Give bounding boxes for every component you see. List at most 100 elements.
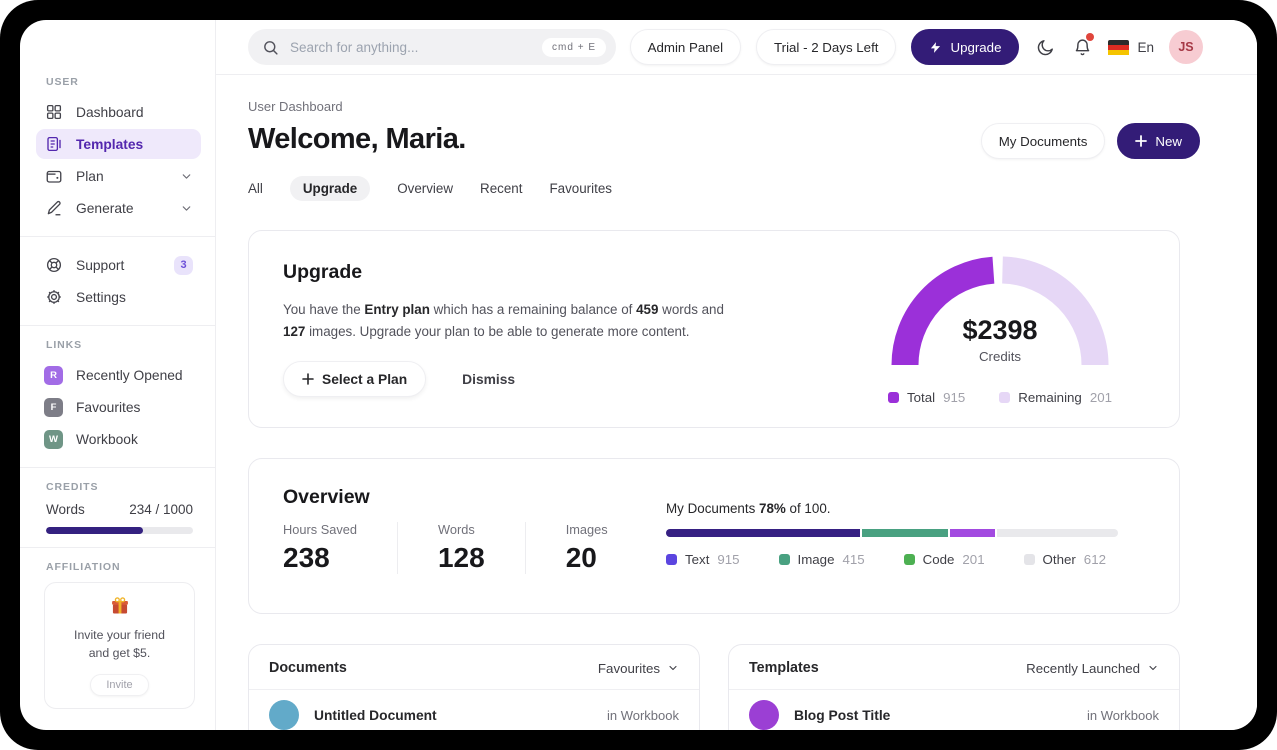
legend-label: Code — [922, 552, 955, 567]
link-chip-0: R — [44, 365, 63, 385]
documents-filter-dropdown[interactable]: Favourites — [598, 661, 679, 676]
sidebar-item-plan[interactable]: Plan — [36, 161, 201, 191]
document-list-item[interactable]: Untitled Document in Workbook — [249, 690, 699, 730]
stat-images: Images 20 — [524, 522, 648, 574]
search-bar[interactable]: cmd + E — [248, 29, 616, 65]
tab-all[interactable]: All — [248, 176, 263, 201]
documents-bar-legend: Text 915 Image 415 Code 201 Other 612 — [666, 552, 1106, 567]
generate-pen-icon — [44, 199, 63, 218]
settings-gear-icon — [44, 288, 63, 307]
documents-card-title: Documents — [269, 660, 347, 676]
affiliation-text-line2: and get $5. — [88, 645, 151, 660]
overview-card: Overview Hours Saved 238 Words 128 Image… — [248, 458, 1180, 614]
select-plan-button[interactable]: Select a Plan — [283, 361, 427, 398]
sidebar-link-label: Workbook — [76, 431, 138, 447]
select-plan-label: Select a Plan — [322, 371, 408, 387]
sidebar-link-favourites[interactable]: F Favourites — [36, 392, 201, 422]
upgrade-button[interactable]: Upgrade — [911, 29, 1020, 65]
template-list-item[interactable]: Blog Post Title in Workbook — [729, 690, 1179, 730]
doc-legend-swatch-1 — [778, 554, 790, 565]
sidebar-item-dashboard[interactable]: Dashboard — [36, 97, 201, 127]
sidebar-link-label: Favourites — [76, 399, 141, 415]
sidebar-section-user: USER — [46, 76, 79, 88]
new-button-label: New — [1155, 133, 1182, 149]
sidebar-divider — [20, 547, 215, 548]
notifications-bell-icon[interactable] — [1071, 33, 1095, 58]
notification-dot — [1086, 33, 1095, 41]
doc-bar-segment-1 — [862, 529, 949, 537]
templates-card: Templates Recently Launched Blog Post Ti… — [728, 644, 1180, 730]
my-documents-button[interactable]: My Documents — [980, 123, 1106, 159]
sidebar-item-generate[interactable]: Generate — [36, 193, 201, 223]
search-icon — [262, 39, 279, 56]
sidebar-item-templates[interactable]: Templates — [36, 129, 201, 159]
credits-words-value: 234 / 1000 — [129, 502, 193, 517]
plan-wallet-icon — [44, 167, 63, 186]
plus-icon — [302, 373, 314, 386]
documents-filter-label: Favourites — [597, 660, 660, 676]
gauge-center-label: Credits — [978, 349, 1022, 364]
stat-value: 128 — [437, 542, 485, 573]
sidebar-item-label: Generate — [76, 200, 134, 216]
sidebar-link-workbook[interactable]: W Workbook — [36, 424, 201, 454]
gauge-legend-remaining-label: Remaining — [1018, 390, 1082, 405]
gauge-legend-total: Total 915 — [887, 390, 966, 405]
link-chip-2: W — [44, 429, 63, 449]
plus-icon — [1135, 135, 1148, 147]
stat-label: Images — [565, 522, 608, 537]
search-input[interactable] — [288, 38, 543, 56]
sidebar-item-label: Plan — [76, 168, 104, 184]
admin-panel-button[interactable]: Admin Panel — [629, 29, 742, 65]
topbar: cmd + E Admin Panel Trial - 2 Days Left … — [216, 20, 1257, 75]
doc-legend-swatch-0 — [666, 554, 677, 565]
sidebar-divider — [20, 236, 215, 237]
doc-bar-segment-2 — [950, 529, 996, 537]
german-flag-icon — [1108, 39, 1130, 55]
sidebar-section-links: LINKS — [46, 339, 82, 351]
sidebar-item-settings[interactable]: Settings — [36, 282, 201, 312]
upgrade-card-body: You have the Entry plan which has a rema… — [283, 302, 724, 339]
sidebar-divider — [20, 325, 215, 326]
gauge-legend-total-value: 915 — [943, 390, 966, 405]
dark-mode-moon-icon[interactable] — [1034, 36, 1056, 58]
invite-button[interactable]: Invite — [90, 673, 149, 696]
template-item-location: in Workbook — [1086, 707, 1159, 723]
search-shortcut-chip: cmd + E — [542, 37, 606, 57]
stat-words: Words 128 — [396, 522, 525, 574]
topbar-actions: Admin Panel Trial - 2 Days Left Upgrade … — [629, 29, 1203, 65]
templates-filter-dropdown[interactable]: Recently Launched — [1026, 661, 1159, 676]
gauge-legend-total-swatch — [887, 392, 899, 403]
document-item-name: Untitled Document — [314, 707, 437, 723]
sidebar-item-support[interactable]: Support 3 — [36, 250, 201, 280]
tab-upgrade[interactable]: Upgrade — [289, 176, 371, 201]
legend-value: 415 — [842, 552, 865, 567]
legend-value: 915 — [717, 552, 740, 567]
legend-value: 201 — [962, 552, 985, 567]
user-avatar[interactable]: JS — [1169, 30, 1203, 64]
upgrade-card: Upgrade You have the Entry plan which ha… — [248, 230, 1180, 428]
credits-gauge: $2398 Credits Total 915 Remaining 201 — [885, 253, 1115, 405]
credits-progress-fill — [46, 527, 144, 534]
tab-overview[interactable]: Overview — [397, 176, 453, 201]
legend-image: Image 415 — [778, 552, 865, 567]
templates-item-avatar — [749, 700, 779, 730]
sidebar-item-label: Settings — [76, 289, 126, 305]
language-selector[interactable]: En — [1108, 39, 1154, 55]
link-chip-1: F — [44, 397, 63, 417]
new-button[interactable]: New — [1117, 123, 1200, 159]
tab-recent[interactable]: Recent — [480, 176, 522, 201]
gauge-legend-remaining-swatch — [999, 392, 1011, 403]
stat-label: Hours Saved — [283, 522, 357, 537]
trial-button[interactable]: Trial - 2 Days Left — [756, 29, 897, 65]
templates-document-icon — [44, 135, 63, 154]
filter-tabs: All Upgrade Overview Recent Favourites — [248, 176, 1257, 201]
doc-bar-segment-0 — [666, 529, 861, 537]
credits-progress-bar — [46, 527, 193, 534]
sidebar-divider — [20, 467, 215, 468]
language-label: En — [1137, 39, 1154, 55]
lightning-bolt-icon — [929, 41, 942, 54]
sidebar-item-label: Support — [76, 257, 125, 273]
tab-favourites[interactable]: Favourites — [549, 176, 612, 201]
dismiss-button[interactable]: Dismiss — [456, 371, 521, 388]
sidebar-link-recently-opened[interactable]: R Recently Opened — [36, 360, 201, 390]
